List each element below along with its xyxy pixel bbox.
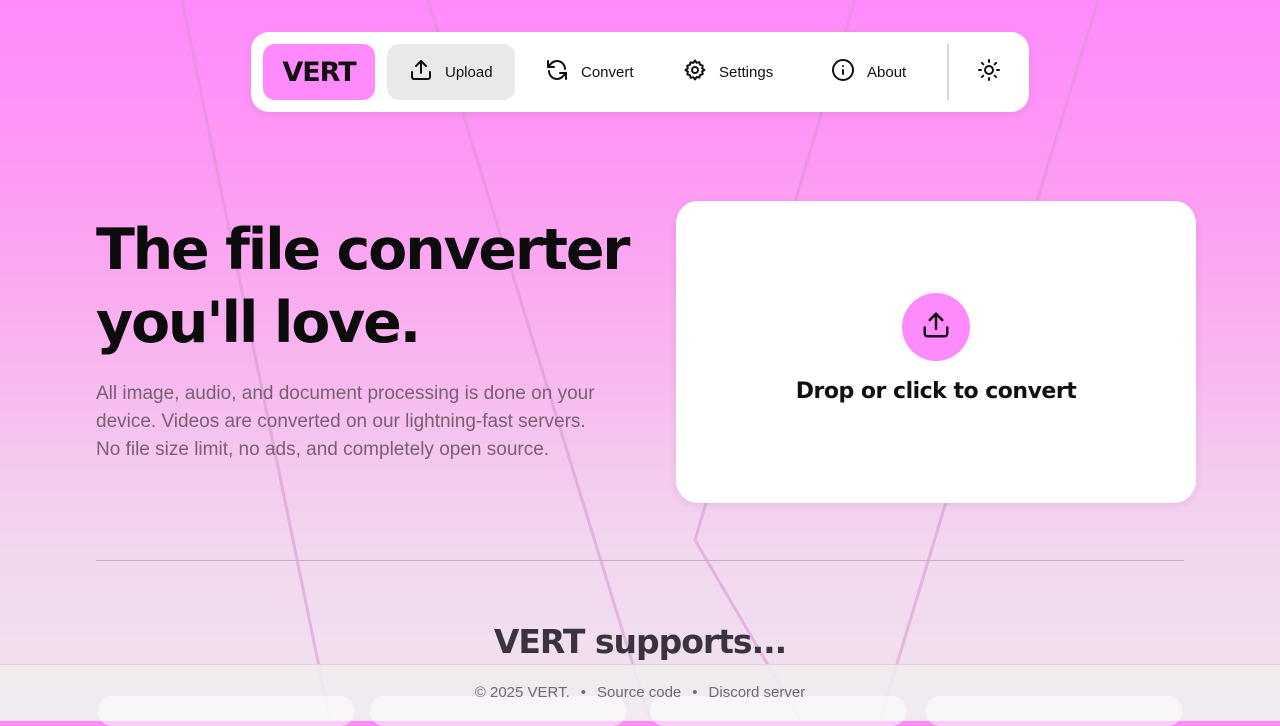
sun-icon — [977, 58, 1001, 86]
nav-settings[interactable]: Settings — [671, 44, 805, 100]
footer-discord-link[interactable]: Discord server — [709, 684, 806, 701]
nav-divider — [947, 44, 949, 100]
hero-title-line2: you'll love. — [96, 290, 421, 356]
file-dropzone[interactable]: Drop or click to convert — [676, 201, 1196, 503]
nav-upload-label: Upload — [445, 63, 493, 81]
hero-title-line1: The file converter — [96, 217, 630, 283]
upload-icon — [409, 58, 433, 86]
nav-upload[interactable]: Upload — [387, 44, 515, 100]
nav-convert[interactable]: Convert — [533, 44, 659, 100]
footer-separator: • — [580, 684, 587, 701]
theme-toggle-button[interactable] — [967, 54, 1011, 90]
hero-title: The file converter you'll love. — [96, 214, 656, 360]
footer-copyright: © 2025 VERT. — [474, 684, 570, 701]
dropzone-label: Drop or click to convert — [795, 379, 1077, 404]
nav-convert-label: Convert — [581, 63, 634, 81]
footer-links: © 2025 VERT. • Source code • Discord server — [0, 684, 1280, 701]
supports-heading: VERT supports... — [493, 622, 787, 661]
gear-icon — [683, 58, 707, 86]
nav-settings-label: Settings — [719, 63, 774, 81]
dropzone-icon-circle — [902, 293, 970, 361]
hero-description: All image, audio, and document processin… — [96, 383, 595, 460]
logo[interactable]: VERT — [263, 44, 375, 100]
refresh-icon — [545, 58, 569, 86]
upload-icon — [921, 310, 951, 344]
section-divider — [96, 560, 1184, 561]
nav-about[interactable]: About — [819, 44, 941, 100]
footer-source-code-link[interactable]: Source code — [597, 684, 681, 701]
footer-separator: • — [692, 684, 698, 701]
info-icon — [831, 58, 855, 86]
top-navbar: VERT Upload Convert Settings About — [251, 32, 1029, 112]
nav-about-label: About — [867, 63, 907, 81]
